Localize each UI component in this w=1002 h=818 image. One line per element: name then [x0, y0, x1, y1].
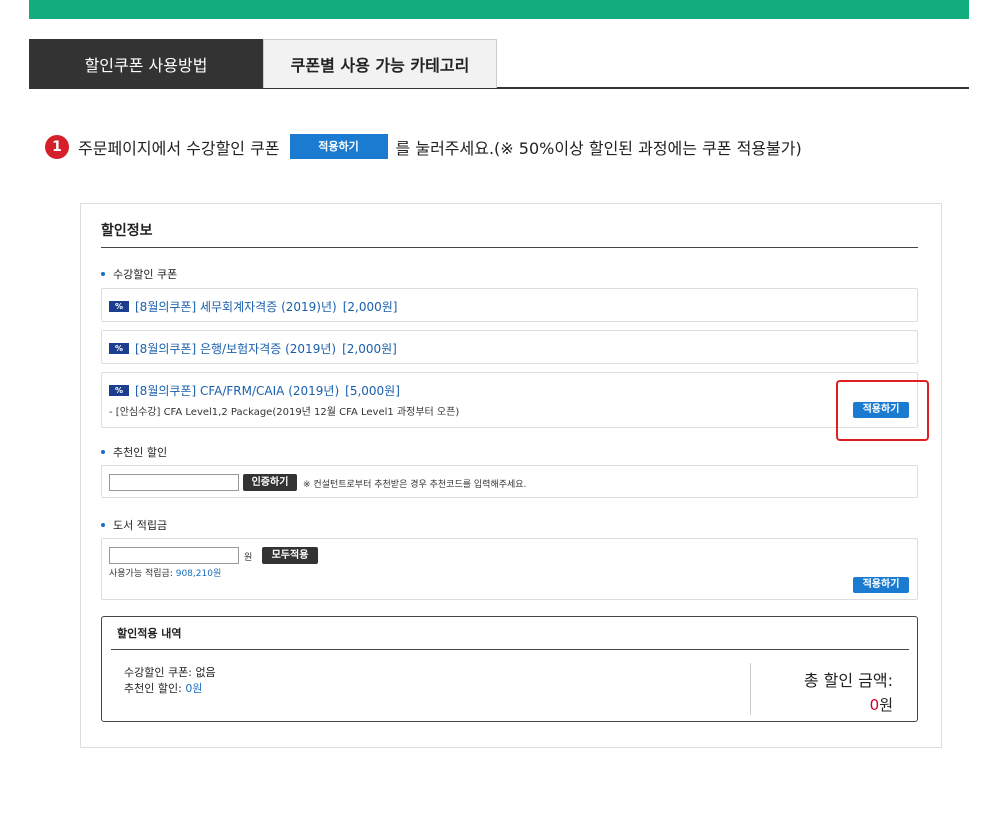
summary-title: 할인적용 내역: [111, 625, 909, 650]
tab-coupon-categories[interactable]: 쿠폰별 사용 가능 카테고리: [263, 39, 497, 88]
step-text-after: 를 눌러주세요.(※ 50%이상 할인된 과정에는 쿠폰 적용불가): [395, 138, 802, 158]
referral-note: ※ 컨설턴트로부터 추천받은 경우 추천코드를 입력해주세요.: [303, 480, 527, 490]
coupon-item[interactable]: % [8월의쿠폰] CFA/FRM/CAIA (2019년) [5,000원] …: [101, 372, 918, 428]
coupon-icon: %: [109, 343, 129, 354]
coupon-name: [8월의쿠폰] CFA/FRM/CAIA (2019년): [135, 384, 340, 398]
coupon-icon: %: [109, 301, 129, 312]
total-discount-value: 0: [869, 696, 880, 714]
points-apply-button[interactable]: 적용하기: [853, 577, 909, 593]
summary-coupon-value: 없음: [195, 666, 216, 679]
coupon-amount: [5,000원]: [345, 384, 400, 398]
coupon-section-label: 수강할인 쿠폰: [101, 266, 177, 282]
top-accent-bar: [29, 0, 969, 19]
points-section-label-text: 도서 적립금: [113, 519, 168, 532]
summary-divider: [750, 663, 751, 715]
referral-section-label: 추천인 할인: [101, 444, 167, 460]
referral-section-label-text: 추천인 할인: [113, 446, 168, 459]
coupon-amount: [2,000원]: [342, 300, 398, 314]
apply-all-button[interactable]: 모두적용: [262, 547, 318, 564]
coupon-link[interactable]: % [8월의쿠폰] 은행/보험자격증 (2019년) [2,000원]: [109, 340, 397, 357]
verify-button[interactable]: 인증하기: [243, 474, 297, 491]
step-instruction: 1 주문페이지에서 수강할인 쿠폰 적용하기 를 눌러주세요.(※ 50%이상 …: [45, 134, 802, 159]
tab-bar: 할인쿠폰 사용방법 쿠폰별 사용 가능 카테고리: [29, 39, 969, 89]
points-section-label: 도서 적립금: [101, 517, 167, 533]
bullet-icon: [101, 523, 105, 527]
available-points-value: 908,210원: [175, 569, 222, 579]
sample-apply-button: 적용하기: [289, 134, 388, 159]
coupon-name: [8월의쿠폰] 은행/보험자격증 (2019년): [135, 342, 337, 356]
coupon-description: - [안심수강] CFA Level1,2 Package(2019년 12월 …: [109, 407, 460, 418]
panel-title: 할인정보: [101, 220, 918, 248]
bullet-icon: [101, 450, 105, 454]
total-discount-label: 총 할인 금액:: [803, 671, 893, 690]
summary-details: 수강할인 쿠폰: 없음 추천인 할인: 0원: [124, 665, 216, 697]
step-number-badge: 1: [45, 134, 69, 159]
discount-summary: 할인적용 내역 수강할인 쿠폰: 없음 추천인 할인: 0원 총 할인 금액: …: [101, 616, 918, 722]
points-unit: 원: [244, 553, 253, 563]
summary-referral-line: 추천인 할인: 0원: [124, 681, 216, 697]
coupon-amount: [2,000원]: [342, 342, 397, 356]
available-points-label: 사용가능 적립금:: [109, 569, 173, 579]
summary-referral-label: 추천인 할인:: [124, 682, 182, 695]
tab-coupon-usage[interactable]: 할인쿠폰 사용방법: [29, 39, 263, 88]
bullet-icon: [101, 272, 105, 276]
total-discount-amount: 0원: [870, 694, 893, 715]
highlight-box: [836, 380, 929, 441]
step-text-before: 주문페이지에서 수강할인 쿠폰: [78, 138, 280, 158]
referral-box: 인증하기 ※ 컨설턴트로부터 추천받은 경우 추천코드를 입력해주세요.: [101, 465, 918, 498]
coupon-item[interactable]: % [8월의쿠폰] 은행/보험자격증 (2019년) [2,000원]: [101, 330, 918, 364]
summary-coupon-line: 수강할인 쿠폰: 없음: [124, 665, 216, 681]
coupon-item[interactable]: % [8월의쿠폰] 세무회계자격증 (2019)년) [2,000원]: [101, 288, 918, 322]
total-discount-unit: 원: [879, 696, 893, 714]
coupon-name: [8월의쿠폰] 세무회계자격증 (2019)년): [135, 300, 337, 314]
discount-info-panel: 할인정보 수강할인 쿠폰 % [8월의쿠폰] 세무회계자격증 (2019)년) …: [80, 203, 942, 748]
coupon-section-label-text: 수강할인 쿠폰: [113, 268, 178, 281]
coupon-icon: %: [109, 385, 129, 396]
coupon-link[interactable]: % [8월의쿠폰] CFA/FRM/CAIA (2019년) [5,000원]: [109, 382, 400, 399]
coupon-link[interactable]: % [8월의쿠폰] 세무회계자격증 (2019)년) [2,000원]: [109, 298, 397, 315]
summary-coupon-label: 수강할인 쿠폰:: [124, 666, 192, 679]
points-box: 원 모두적용 사용가능 적립금: 908,210원 적용하기: [101, 538, 918, 600]
summary-referral-value: 0원: [185, 682, 203, 695]
referral-code-input[interactable]: [109, 474, 239, 491]
available-points: 사용가능 적립금: 908,210원: [109, 566, 221, 579]
points-input[interactable]: [109, 547, 239, 564]
